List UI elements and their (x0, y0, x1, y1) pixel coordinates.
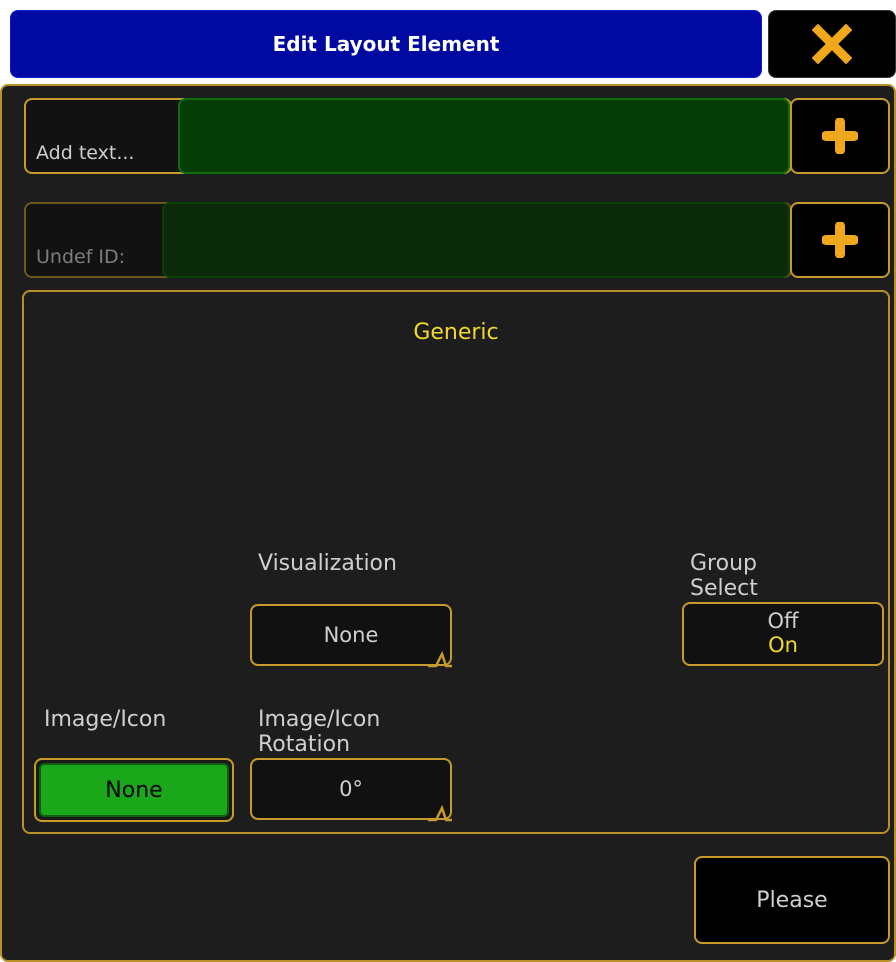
please-button-label: Please (756, 887, 828, 913)
dropdown-notch-icon (428, 650, 452, 668)
image-icon-button[interactable]: None (34, 758, 234, 822)
toggle-option-off: Off (767, 609, 799, 633)
visualization-value: None (323, 623, 379, 647)
plus-icon (822, 118, 858, 154)
visualization-select[interactable]: None (250, 604, 452, 668)
close-button[interactable] (768, 10, 896, 78)
group-select-toggle[interactable]: Off On (682, 602, 884, 666)
close-x-icon (812, 24, 852, 64)
image-icon-rotation-value: 0° (339, 777, 363, 801)
plus-icon (822, 222, 858, 258)
dialog-title-bar: Edit Layout Element (10, 10, 762, 78)
toggle-option-on: On (768, 633, 798, 657)
id-input-row[interactable]: Undef ID: (24, 202, 792, 278)
image-icon-value: None (39, 763, 229, 817)
name-input-field[interactable] (178, 98, 790, 174)
image-icon-label: Image/Icon (44, 707, 167, 732)
dropdown-notch-icon (428, 804, 452, 822)
image-icon-rotation-label: Image/Icon Rotation (258, 707, 381, 757)
generic-panel (22, 290, 890, 834)
image-icon-rotation-select[interactable]: 0° (250, 758, 452, 822)
id-input-field[interactable] (162, 202, 790, 278)
please-button[interactable]: Please (694, 856, 890, 944)
panel-title: Generic (413, 320, 499, 345)
add-id-button[interactable] (790, 202, 890, 278)
group-select-label: Group Select (690, 551, 758, 601)
id-input-label: Undef ID: (36, 246, 126, 268)
name-input-row[interactable]: Add text... (24, 98, 792, 174)
name-input-label: Add text... (36, 142, 135, 164)
dialog-title: Edit Layout Element (272, 32, 500, 56)
visualization-label: Visualization (258, 551, 397, 576)
add-text-button[interactable] (790, 98, 890, 174)
